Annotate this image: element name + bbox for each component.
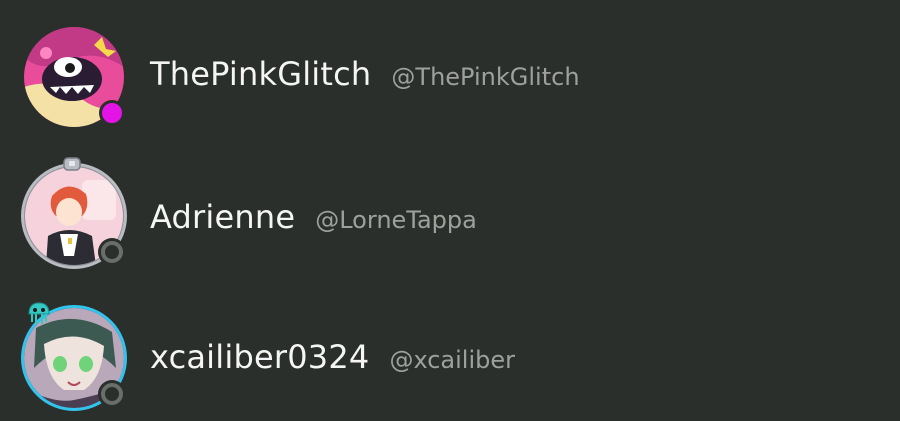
- user-list: ThePinkGlitch @ThePinkGlitch Adrienne @L…: [0, 0, 900, 421]
- username-handle: @ThePinkGlitch: [391, 63, 580, 91]
- user-row[interactable]: xcailiber0324 @xcailiber: [0, 298, 900, 418]
- display-name[interactable]: ThePinkGlitch: [150, 55, 371, 93]
- user-row[interactable]: ThePinkGlitch @ThePinkGlitch: [0, 17, 900, 137]
- user-names: xcailiber0324 @xcailiber: [150, 338, 515, 376]
- avatar-container[interactable]: [21, 157, 127, 269]
- online-status-icon: [99, 100, 125, 126]
- display-name[interactable]: Adrienne: [150, 198, 295, 236]
- offline-status-icon: [101, 241, 123, 263]
- offline-status-icon: [101, 383, 123, 405]
- avatar-container[interactable]: [21, 302, 127, 411]
- user-names: ThePinkGlitch @ThePinkGlitch: [150, 55, 580, 93]
- username-handle: @LorneTappa: [315, 206, 477, 234]
- display-name[interactable]: xcailiber0324: [150, 338, 369, 376]
- avatar-container[interactable]: [24, 27, 125, 127]
- user-row[interactable]: Adrienne @LorneTappa: [0, 156, 900, 276]
- username-handle: @xcailiber: [389, 346, 516, 374]
- user-names: Adrienne @LorneTappa: [150, 198, 477, 236]
